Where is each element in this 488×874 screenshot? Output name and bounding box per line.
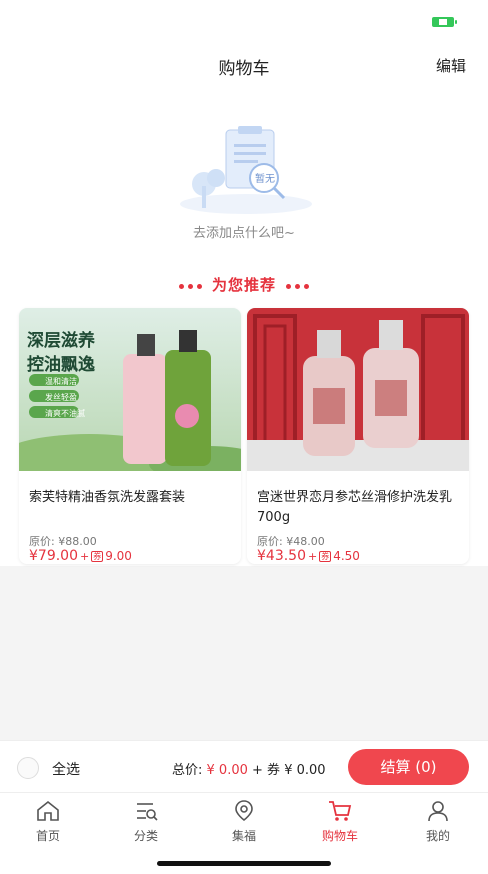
status-bar [0, 0, 488, 44]
tab-label: 分类 [133, 829, 158, 843]
current-price: ¥79.00 [29, 548, 78, 564]
empty-cart-section: 暂无 去添加点什么吧~ [0, 88, 488, 262]
coupon-total: + 券 ¥ 0.00 [252, 763, 326, 778]
page-title: 购物车 [218, 59, 270, 79]
category-icon [137, 803, 158, 821]
empty-hint-text: 去添加点什么吧~ [193, 226, 295, 241]
checkout-button[interactable]: 结算 (0) [348, 749, 469, 785]
product-grid: 深层滋养 控油飘逸 温和清洁 发丝轻盈 清爽不油腻 索芙特精油香氛洗发露套装 原… [0, 304, 488, 566]
coupon-tag: 券 [91, 550, 104, 562]
product-card[interactable]: 深层滋养 控油飘逸 温和清洁 发丝轻盈 清爽不油腻 索芙特精油香氛洗发露套装 原… [19, 308, 241, 564]
user-icon [428, 801, 448, 822]
edit-button[interactable]: 编辑 [436, 55, 466, 76]
select-all-label[interactable]: 全选 [52, 759, 80, 779]
tab-home[interactable]: 首页 [8, 799, 88, 847]
product-name: 索芙特精油香氛洗发露套装 [29, 490, 186, 505]
recommend-header: 为您推荐 [0, 262, 488, 304]
coupon-value: 4.50 [333, 549, 360, 563]
location-icon [235, 800, 253, 822]
product-price: ¥43.50 + 券 4.50 [257, 548, 360, 564]
select-all-checkbox[interactable] [17, 757, 39, 779]
nav-bar: 购物车 编辑 [0, 44, 488, 88]
coupon-value: 9.00 [105, 549, 132, 563]
plus-sign: + [308, 550, 318, 563]
svg-text:清爽不油腻: 清爽不油腻 [45, 408, 85, 418]
empty-cart-illustration: 暂无 [180, 126, 312, 214]
current-price: ¥43.50 [257, 548, 306, 564]
home-icon [37, 800, 59, 821]
tab-mine[interactable]: 我的 [398, 799, 478, 847]
recommend-title-text: 为您推荐 [211, 276, 276, 294]
tab-label: 我的 [425, 829, 450, 843]
recommend-title: 为您推荐 [0, 274, 488, 295]
plus-sign: + [80, 550, 90, 563]
tab-label: 集福 [231, 829, 256, 843]
battery-icon [432, 17, 457, 27]
empty-badge: 暂无 [255, 173, 275, 185]
product-price: ¥79.00 + 券 9.00 [29, 548, 132, 564]
svg-text:控油飘逸: 控油飘逸 [27, 354, 95, 375]
checkout-bar: 全选 总价: ¥ 0.00 + 券 ¥ 0.00 结算 (0) [0, 740, 488, 792]
product-name: 宫迷世界恋月参芯丝滑修护洗发乳700g [257, 490, 453, 525]
total-price: 总价: ¥ 0.00 + 券 ¥ 0.00 [172, 759, 326, 778]
total-amount: ¥ 0.00 [206, 763, 248, 778]
original-price: 原价: ¥48.00 [257, 535, 325, 548]
svg-text:发丝轻盈: 发丝轻盈 [45, 392, 77, 402]
svg-text:深层滋养: 深层滋养 [27, 330, 96, 351]
svg-text:温和清洁: 温和清洁 [45, 376, 77, 386]
product-image[interactable]: 深层滋养 控油飘逸 温和清洁 发丝轻盈 清爽不油腻 [19, 308, 241, 471]
coupon-tag: 券 [319, 550, 332, 562]
tab-label: 购物车 [321, 829, 358, 843]
product-card[interactable]: 宫迷世界恋月参芯丝滑修护洗发乳700g 原价: ¥48.00 ¥43.50 + 券 4… [247, 308, 469, 564]
cart-icon [329, 801, 352, 821]
decor-dots-left [177, 277, 204, 295]
product-image[interactable] [247, 308, 469, 471]
tab-label: 首页 [35, 829, 60, 843]
total-label: 总价: [172, 763, 203, 778]
decor-dots-right [284, 277, 311, 295]
tab-cart[interactable]: 购物车 [300, 799, 380, 847]
home-indicator [157, 861, 331, 866]
tab-jifu[interactable]: 集福 [204, 799, 284, 847]
original-price: 原价: ¥88.00 [29, 535, 97, 548]
tab-category[interactable]: 分类 [106, 799, 186, 847]
